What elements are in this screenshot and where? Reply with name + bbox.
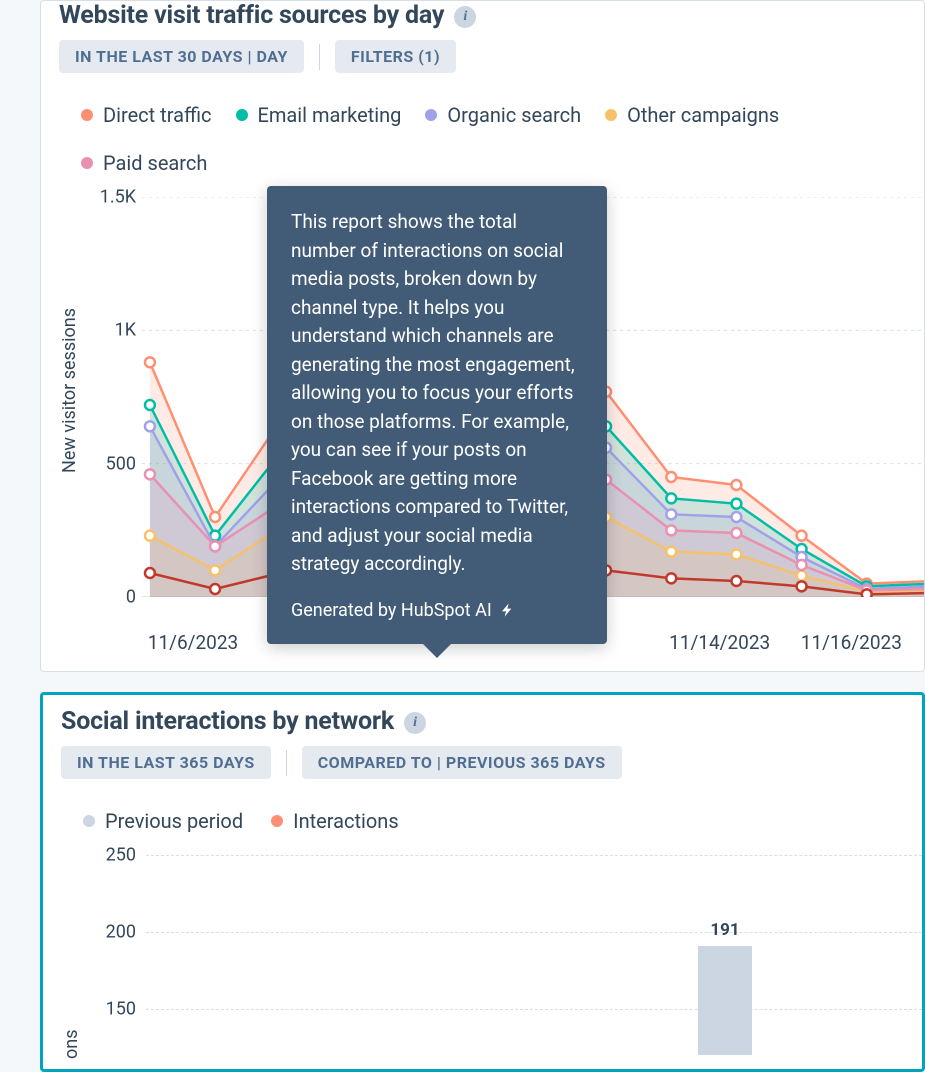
legend-item[interactable]: Previous period xyxy=(83,809,243,833)
y-axis-label: New visitor sessions xyxy=(59,308,80,473)
legend-label: Organic search xyxy=(447,103,581,127)
chart-legend: Direct traffic Email marketing Organic sea… xyxy=(81,103,924,175)
info-icon[interactable]: i xyxy=(454,6,476,28)
x-tick-label: 11/14/2023 xyxy=(669,631,770,654)
legend-item[interactable]: Direct traffic xyxy=(81,103,212,127)
gridline xyxy=(146,1009,922,1010)
y-tick-label: 1.5K xyxy=(86,187,136,208)
legend-dot-icon xyxy=(605,109,617,121)
info-icon[interactable]: i xyxy=(404,712,426,734)
legend-dot-icon xyxy=(81,109,93,121)
date-range-chip[interactable]: IN THE LAST 365 DAYS xyxy=(61,746,271,779)
legend-dot-icon xyxy=(425,109,437,121)
legend-dot-icon xyxy=(81,157,93,169)
y-tick-label: 250 xyxy=(94,845,136,866)
y-tick-label: 0 xyxy=(86,587,136,608)
card-title: Website visit traffic sources by day xyxy=(59,1,444,30)
chip-divider xyxy=(286,750,287,776)
legend-item[interactable]: Paid search xyxy=(81,151,207,175)
legend-label: Paid search xyxy=(103,151,207,175)
bar-chart: ons 150200250191 xyxy=(61,855,922,1055)
x-tick-label: 11/6/2023 xyxy=(148,631,238,654)
gridline xyxy=(146,855,922,856)
card-title-row: Social interactions by network i xyxy=(61,707,922,736)
filter-chips: IN THE LAST 365 DAYS COMPARED TO | PREVI… xyxy=(61,746,922,779)
y-tick-label: 150 xyxy=(94,998,136,1019)
y-axis xyxy=(98,855,146,1055)
gridline xyxy=(146,932,922,933)
legend-label: Direct traffic xyxy=(103,103,212,127)
y-axis: 05001K1.5K xyxy=(86,197,142,627)
legend-dot-icon xyxy=(271,815,283,827)
legend-dot-icon xyxy=(83,815,95,827)
y-tick-label: 1K xyxy=(86,320,136,341)
legend-item[interactable]: Other campaigns xyxy=(605,103,779,127)
y-tick-label: 200 xyxy=(94,921,136,942)
chip-divider xyxy=(319,44,320,70)
y-tick-label: 500 xyxy=(86,453,136,474)
legend-label: Interactions xyxy=(293,809,399,833)
tooltip-footer: Generated by HubSpot AI xyxy=(291,597,583,624)
compare-chip[interactable]: COMPARED TO | PREVIOUS 365 DAYS xyxy=(302,746,622,779)
legend-item[interactable]: Email marketing xyxy=(236,103,402,127)
legend-label: Email marketing xyxy=(258,103,402,127)
tooltip-footer-text: Generated by HubSpot AI xyxy=(291,597,492,624)
legend-dot-icon xyxy=(236,109,248,121)
legend-label: Previous period xyxy=(105,809,243,833)
card-title: Social interactions by network xyxy=(61,707,394,736)
ai-bolt-icon xyxy=(500,602,516,618)
filters-chip[interactable]: FILTERS (1) xyxy=(335,40,456,73)
report-card-social-interactions: Social interactions by network i IN THE … xyxy=(40,692,925,1072)
filter-chips: IN THE LAST 30 DAYS | DAY FILTERS (1) xyxy=(59,40,924,73)
y-axis-label-partial: ons xyxy=(61,859,82,1059)
chart-legend: Previous period Interactions xyxy=(83,809,922,833)
legend-item[interactable]: Interactions xyxy=(271,809,399,833)
date-range-chip[interactable]: IN THE LAST 30 DAYS | DAY xyxy=(59,40,304,73)
chart-plot-area[interactable]: 150200250191 xyxy=(146,855,922,1055)
legend-item[interactable]: Organic search xyxy=(425,103,581,127)
card-title-row: Website visit traffic sources by day i xyxy=(59,1,924,30)
ai-tooltip: This report shows the total number of in… xyxy=(267,186,607,644)
bar-value-label: 191 xyxy=(710,920,739,946)
x-tick-label: 11/16/2023 xyxy=(801,631,902,654)
tooltip-text: This report shows the total number of in… xyxy=(291,208,583,579)
legend-label: Other campaigns xyxy=(627,103,779,127)
bar-previous-period[interactable] xyxy=(698,946,752,1055)
